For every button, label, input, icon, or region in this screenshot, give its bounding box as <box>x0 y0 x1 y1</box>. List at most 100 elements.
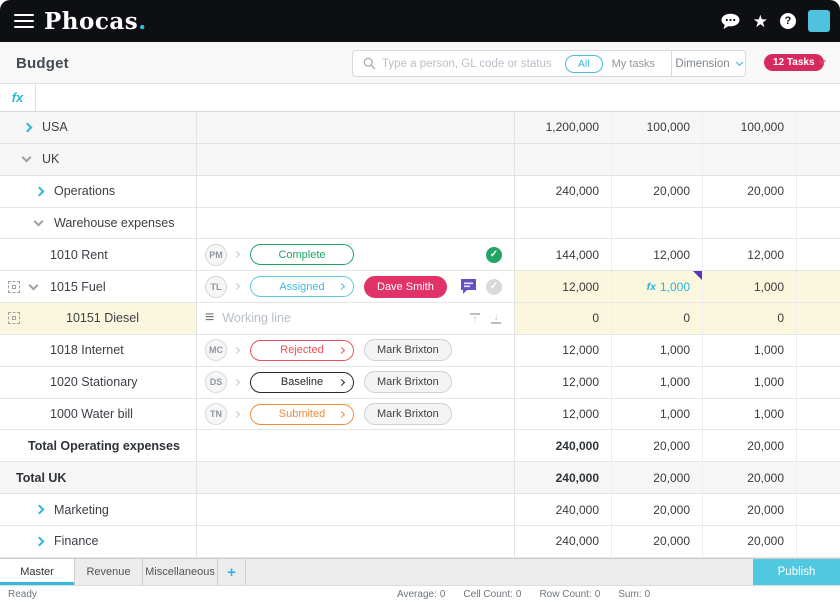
cell-value[interactable]: 12,000 <box>703 239 797 271</box>
cell-value[interactable]: 0 <box>703 303 797 335</box>
row-label[interactable]: USA <box>42 120 68 134</box>
avatar-initials[interactable]: DS <box>205 371 227 393</box>
cell-value[interactable]: 1,000 <box>612 399 703 431</box>
cell-value[interactable]: 20,000 <box>703 526 797 558</box>
chevron-right-icon[interactable] <box>233 251 240 258</box>
assignee-pill[interactable]: Mark Brixton <box>364 403 452 425</box>
row-label[interactable]: Finance <box>54 534 98 548</box>
filter-all-button[interactable]: All <box>565 55 603 73</box>
cell-value[interactable]: 1,000 <box>703 335 797 367</box>
cell-value[interactable]: 100,000 <box>612 112 703 144</box>
cell-value[interactable]: 20,000 <box>612 494 703 526</box>
cell-value[interactable]: 1,000 <box>612 335 703 367</box>
cell-value[interactable]: 12,000 <box>515 335 612 367</box>
expand-chevron-right-icon[interactable] <box>23 122 33 132</box>
help-icon[interactable]: ? <box>780 13 796 29</box>
search-input[interactable] <box>382 58 565 70</box>
chevron-right-icon[interactable] <box>233 347 240 354</box>
row-label[interactable]: 1000 Water bill <box>50 407 133 421</box>
assignee-pill[interactable]: Dave Smith <box>364 276 447 298</box>
row-label[interactable]: Marketing <box>54 503 109 517</box>
tab-master[interactable]: Master <box>0 559 75 585</box>
cell-value[interactable] <box>612 208 703 240</box>
status-pill-rejected[interactable]: Rejected <box>250 340 354 361</box>
cell-value[interactable]: 100,000 <box>703 112 797 144</box>
formula-cell[interactable]: fx1,000 <box>612 271 703 303</box>
avatar-initials[interactable]: MC <box>205 339 227 361</box>
row-label[interactable]: Warehouse expenses <box>54 216 174 230</box>
download-icon[interactable]: ↓ <box>490 313 502 324</box>
chat-icon[interactable] <box>720 13 741 30</box>
row-label[interactable]: 1010 Rent <box>50 248 108 262</box>
collapse-chevron-down-icon[interactable] <box>29 280 39 290</box>
cell-value[interactable] <box>703 144 797 176</box>
user-avatar[interactable] <box>808 10 830 32</box>
avatar-initials[interactable]: PM <box>205 244 227 266</box>
cell-value[interactable]: 20,000 <box>612 526 703 558</box>
cell-value[interactable]: 144,000 <box>515 239 612 271</box>
expand-chevron-right-icon[interactable] <box>35 186 45 196</box>
menu-icon[interactable] <box>14 10 34 32</box>
status-pill-baseline[interactable]: Baseline <box>250 372 354 393</box>
chevron-right-icon[interactable] <box>233 283 240 290</box>
status-pill-complete[interactable]: Complete <box>250 244 354 265</box>
upload-icon[interactable]: ↑ <box>469 313 481 324</box>
assignee-pill[interactable]: Mark Brixton <box>364 371 452 393</box>
comment-icon[interactable] <box>460 279 477 294</box>
cell-value[interactable]: 1,200,000 <box>515 112 612 144</box>
formula-input[interactable] <box>36 84 840 111</box>
tab-revenue[interactable]: Revenue <box>75 559 143 585</box>
cell-value[interactable]: 12,000 <box>612 239 703 271</box>
cell-value[interactable] <box>515 208 612 240</box>
cell-value[interactable]: 20,000 <box>703 462 797 494</box>
cell-value[interactable]: 240,000 <box>515 526 612 558</box>
status-pill-submited[interactable]: Submited <box>250 404 354 425</box>
complete-check-icon[interactable]: ✓ <box>486 247 502 263</box>
working-line-placeholder[interactable]: Working line <box>222 311 291 325</box>
cell-value[interactable]: 1,000 <box>612 367 703 399</box>
collapse-chevron-down-icon[interactable] <box>34 217 44 227</box>
add-sheet-button[interactable]: + <box>218 559 246 585</box>
avatar-initials[interactable]: TL <box>205 276 227 298</box>
grid-selection-icon[interactable] <box>8 281 20 293</box>
cell-value[interactable]: 1,000 <box>703 271 797 303</box>
filter-my-tasks-button[interactable]: My tasks <box>612 58 655 70</box>
chevron-right-icon[interactable] <box>233 379 240 386</box>
cell-value[interactable]: 240,000 <box>515 176 612 208</box>
row-label[interactable]: 1015 Fuel <box>50 280 106 294</box>
cell-value[interactable]: 20,000 <box>612 462 703 494</box>
assignee-pill[interactable]: Mark Brixton <box>364 339 452 361</box>
cell-value[interactable]: 20,000 <box>703 176 797 208</box>
cell-value[interactable] <box>515 144 612 176</box>
cell-value[interactable]: 240,000 <box>515 462 612 494</box>
row-label[interactable]: 1020 Stationary <box>50 375 138 389</box>
expand-chevron-right-icon[interactable] <box>35 536 45 546</box>
cell-value[interactable]: 20,000 <box>612 176 703 208</box>
cell-value[interactable]: 240,000 <box>515 494 612 526</box>
cell-value[interactable]: 20,000 <box>703 494 797 526</box>
check-icon-disabled[interactable]: ✓ <box>486 279 502 295</box>
publish-button[interactable]: Publish <box>753 559 840 585</box>
collapse-chevron-down-icon[interactable] <box>22 153 32 163</box>
row-label[interactable]: 10151 Diesel <box>66 311 139 325</box>
avatar-initials[interactable]: TN <box>205 403 227 425</box>
cell-value[interactable]: 12,000 <box>515 271 612 303</box>
row-label[interactable]: UK <box>42 152 59 166</box>
cell-value[interactable]: 12,000 <box>515 367 612 399</box>
chevron-right-icon[interactable] <box>233 410 240 417</box>
tasks-badge[interactable]: 12 Tasks <box>764 54 824 71</box>
cell-value[interactable]: 20,000 <box>703 430 797 462</box>
cell-value[interactable] <box>612 144 703 176</box>
expand-chevron-right-icon[interactable] <box>35 505 45 515</box>
cell-value[interactable]: 0 <box>612 303 703 335</box>
cell-value[interactable]: 1,000 <box>703 399 797 431</box>
status-pill-assigned[interactable]: Assigned <box>250 276 354 297</box>
grid-selection-icon[interactable] <box>8 312 20 324</box>
cell-value[interactable]: 240,000 <box>515 430 612 462</box>
favorites-star-icon[interactable]: ★ <box>753 13 768 30</box>
row-label[interactable]: 1018 Internet <box>50 343 124 357</box>
cell-value[interactable]: 1,000 <box>703 367 797 399</box>
cell-value[interactable]: 0 <box>515 303 612 335</box>
row-label[interactable]: Operations <box>54 184 115 198</box>
cell-value[interactable]: 20,000 <box>612 430 703 462</box>
